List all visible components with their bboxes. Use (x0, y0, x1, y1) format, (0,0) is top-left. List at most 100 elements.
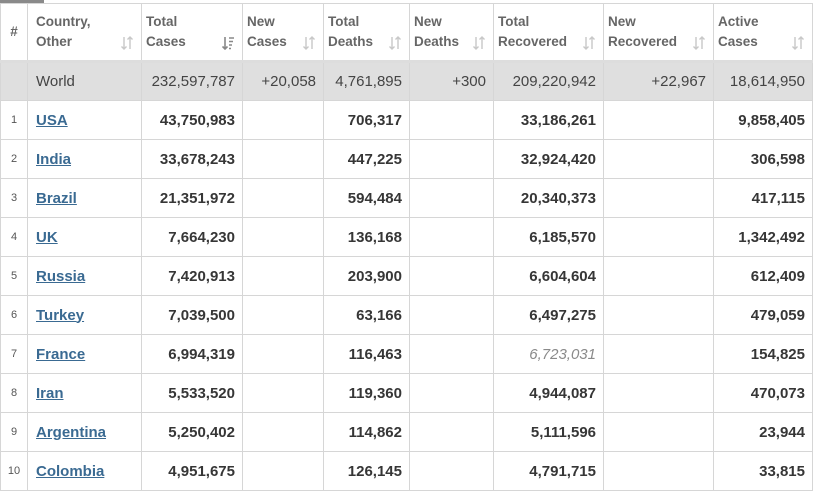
world-total-row: World 232,597,787 +20,058 4,761,895 +300… (0, 61, 813, 101)
column-header-country[interactable]: Country, Other (27, 3, 142, 63)
new-cases-cell (242, 100, 324, 140)
header-row: # Country, Other Total Cases New Cases Tota… (0, 3, 813, 63)
column-header-total-recovered[interactable]: Total Recovered (493, 3, 604, 63)
country-link[interactable]: India (36, 151, 71, 168)
rank-cell: 3 (0, 178, 28, 218)
new-recovered-cell (603, 139, 714, 179)
country-cell: UK (27, 217, 142, 257)
world-active-cases: 18,614,950 (713, 61, 813, 101)
country-cell: Argentina (27, 412, 142, 452)
active-cases-cell: 9,858,405 (713, 100, 813, 140)
active-cases-cell: 1,342,492 (713, 217, 813, 257)
active-cases-cell: 23,944 (713, 412, 813, 452)
rank-cell: 10 (0, 451, 28, 491)
total-deaths-cell: 136,168 (323, 217, 410, 257)
total-cases-cell: 5,533,520 (141, 373, 243, 413)
active-cases-cell: 33,815 (713, 451, 813, 491)
table-row: 7 France 6,994,319 116,463 6,723,031 154,825 (0, 334, 813, 374)
total-deaths-cell: 126,145 (323, 451, 410, 491)
world-total-deaths: 4,761,895 (323, 61, 410, 101)
world-total-cases: 232,597,787 (141, 61, 243, 101)
total-cases-cell: 7,039,500 (141, 295, 243, 335)
country-link[interactable]: Russia (36, 268, 85, 285)
column-header-total-deaths[interactable]: Total Deaths (323, 3, 410, 63)
new-recovered-cell (603, 334, 714, 374)
country-cell: Colombia (27, 451, 142, 491)
total-cases-cell: 33,678,243 (141, 139, 243, 179)
country-link[interactable]: USA (36, 112, 68, 129)
country-link[interactable]: Argentina (36, 424, 106, 441)
sort-arrows-icon (473, 36, 485, 50)
country-cell: Iran (27, 373, 142, 413)
table-row: 6 Turkey 7,039,500 63,166 6,497,275 479,059 (0, 295, 813, 335)
world-new-deaths: +300 (409, 61, 494, 101)
new-deaths-cell (409, 373, 494, 413)
new-recovered-cell (603, 412, 714, 452)
new-deaths-cell (409, 178, 494, 218)
total-recovered-cell: 32,924,420 (493, 139, 604, 179)
sort-arrows-icon (389, 36, 401, 50)
table-row: 8 Iran 5,533,520 119,360 4,944,087 470,073 (0, 373, 813, 413)
total-cases-cell: 43,750,983 (141, 100, 243, 140)
country-link[interactable]: Colombia (36, 463, 104, 480)
total-deaths-cell: 119,360 (323, 373, 410, 413)
new-cases-cell (242, 295, 324, 335)
rank-cell: 5 (0, 256, 28, 296)
total-deaths-cell: 203,900 (323, 256, 410, 296)
new-recovered-cell (603, 373, 714, 413)
sort-arrows-icon (583, 36, 595, 50)
new-recovered-cell (603, 178, 714, 218)
total-recovered-cell: 33,186,261 (493, 100, 604, 140)
total-cases-cell: 4,951,675 (141, 451, 243, 491)
new-deaths-cell (409, 451, 494, 491)
new-cases-cell (242, 217, 324, 257)
table-row: 1 USA 43,750,983 706,317 33,186,261 9,858,405 (0, 100, 813, 140)
country-link[interactable]: Brazil (36, 190, 77, 207)
new-recovered-cell (603, 256, 714, 296)
new-deaths-cell (409, 100, 494, 140)
total-recovered-cell: 6,497,275 (493, 295, 604, 335)
country-cell: Turkey (27, 295, 142, 335)
column-header-new-recovered[interactable]: New Recovered (603, 3, 714, 63)
total-recovered-cell: 4,944,087 (493, 373, 604, 413)
total-deaths-cell: 116,463 (323, 334, 410, 374)
column-header-rank[interactable]: # (0, 3, 28, 63)
new-cases-cell (242, 139, 324, 179)
sort-arrows-icon (693, 36, 705, 50)
world-new-recovered: +22,967 (603, 61, 714, 101)
total-recovered-cell: 6,723,031 (493, 334, 604, 374)
rank-cell: 1 (0, 100, 28, 140)
active-cases-cell: 154,825 (713, 334, 813, 374)
new-recovered-cell (603, 100, 714, 140)
country-cell: USA (27, 100, 142, 140)
column-header-new-cases[interactable]: New Cases (242, 3, 324, 63)
active-cases-cell: 470,073 (713, 373, 813, 413)
country-link[interactable]: France (36, 346, 85, 363)
new-cases-cell (242, 451, 324, 491)
sort-arrows-icon (792, 36, 804, 50)
active-cases-cell: 417,115 (713, 178, 813, 218)
active-cases-cell: 306,598 (713, 139, 813, 179)
country-link[interactable]: UK (36, 229, 58, 246)
country-cell: France (27, 334, 142, 374)
new-recovered-cell (603, 295, 714, 335)
rank-cell: 7 (0, 334, 28, 374)
new-deaths-cell (409, 334, 494, 374)
column-header-active-cases[interactable]: Active Cases (713, 3, 813, 63)
active-cases-cell: 479,059 (713, 295, 813, 335)
column-header-total-cases[interactable]: Total Cases (141, 3, 243, 63)
new-cases-cell (242, 412, 324, 452)
country-link[interactable]: Iran (36, 385, 64, 402)
world-name-cell: World (27, 61, 142, 101)
new-deaths-cell (409, 256, 494, 296)
country-cell: India (27, 139, 142, 179)
country-link[interactable]: Turkey (36, 307, 84, 324)
country-cell: Brazil (27, 178, 142, 218)
covid-stats-table: # Country, Other Total Cases New Cases Tota… (0, 3, 813, 491)
total-deaths-cell: 63,166 (323, 295, 410, 335)
total-recovered-cell: 4,791,715 (493, 451, 604, 491)
total-recovered-cell: 6,604,604 (493, 256, 604, 296)
new-deaths-cell (409, 139, 494, 179)
column-header-new-deaths[interactable]: New Deaths (409, 3, 494, 63)
new-cases-cell (242, 334, 324, 374)
